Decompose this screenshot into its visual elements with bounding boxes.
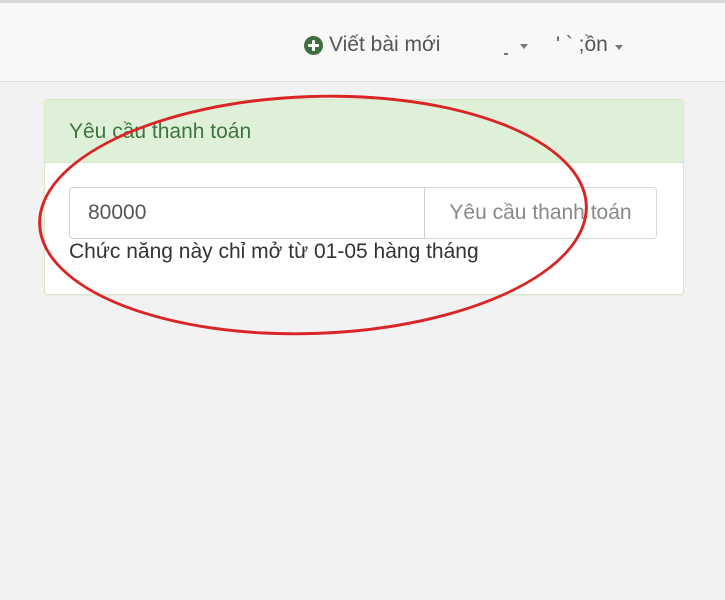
top-navigation-bar: Viết bài mới ' ` ;ồn xyxy=(0,0,725,82)
account-label: ' ` ;ồn xyxy=(556,33,608,56)
dropdown-marker xyxy=(504,53,508,55)
new-post-label: Viết bài mới xyxy=(329,33,441,56)
panel-title: Yêu cầu thanh toán xyxy=(45,100,683,163)
chevron-down-icon xyxy=(614,44,623,50)
nav-dropdown-toggle[interactable] xyxy=(500,41,534,61)
screen: Viết bài mới ' ` ;ồn Yêu cầu thanh toán … xyxy=(0,0,725,600)
payment-request-button[interactable]: Yêu cầu thanh toán xyxy=(425,187,657,239)
chevron-down-icon xyxy=(520,44,528,49)
amount-input[interactable] xyxy=(69,187,425,239)
plus-circle-icon xyxy=(304,35,323,55)
account-dropdown[interactable]: ' ` ;ồn xyxy=(556,30,623,60)
payment-request-panel: Yêu cầu thanh toán Yêu cầu thanh toán Ch… xyxy=(44,99,684,295)
availability-note: Chức năng này chỉ mở từ 01-05 hàng tháng xyxy=(69,240,479,263)
payment-input-group: Yêu cầu thanh toán xyxy=(69,187,657,239)
new-post-link[interactable]: Viết bài mới xyxy=(304,30,440,60)
